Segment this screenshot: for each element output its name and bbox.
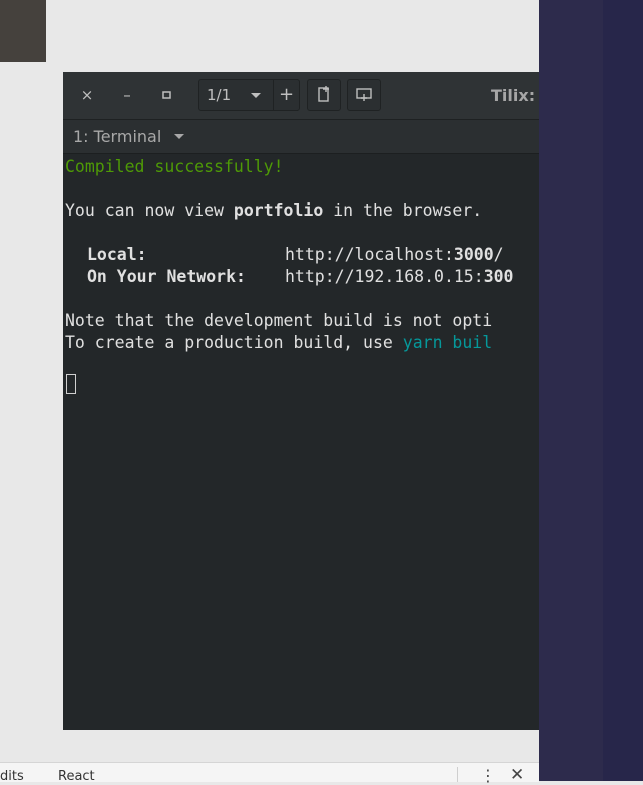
terminal-tab-bar[interactable]: 1: Terminal [63, 120, 539, 154]
chevron-down-icon[interactable] [174, 134, 184, 139]
divider [457, 767, 458, 782]
view-line: You can now view portfolio in the browse… [65, 200, 482, 222]
terminal-output[interactable]: Compiled successfully! You can now view … [65, 154, 539, 730]
app-name: portfolio [233, 201, 324, 220]
title-bar[interactable]: × – 1/1 + Tilix: [63, 72, 539, 120]
terminal-tab-label[interactable]: 1: Terminal [73, 127, 161, 146]
right-panel-stripe [603, 0, 643, 781]
window-title: Tilix: [491, 86, 536, 105]
network-url-prefix: http://192.168.0.15: [285, 267, 484, 286]
bottom-editor-bar[interactable]: dits React ⋮ ✕ [0, 762, 539, 785]
local-url: http://localhost:3000/ [285, 244, 504, 266]
local-url-prefix: http://localhost: [285, 245, 454, 264]
network-port: 300 [483, 267, 514, 286]
network-label: On Your Network: [87, 267, 246, 286]
add-session-button[interactable]: + [273, 79, 300, 111]
local-url-suffix: / [493, 245, 504, 264]
close-icon[interactable]: ✕ [510, 765, 524, 785]
background-thumbnail [0, 0, 46, 62]
more-options-icon[interactable]: ⋮ [480, 766, 496, 785]
bottom-tab-react[interactable]: React [58, 769, 95, 784]
right-desktop-panel [539, 0, 643, 781]
production-prefix: To create a production build, use [65, 333, 403, 352]
minimize-window-button[interactable]: – [115, 83, 139, 107]
network-url: http://192.168.0.15:300 [285, 266, 514, 288]
add-terminal-down-button[interactable] [347, 79, 381, 111]
note-line: Note that the development build is not o… [65, 311, 493, 330]
local-port: 3000 [453, 245, 494, 264]
maximize-icon [162, 91, 171, 99]
production-command: yarn buil [402, 333, 493, 352]
chevron-down-icon [251, 93, 261, 98]
close-window-button[interactable]: × [75, 83, 99, 107]
compiled-line: Compiled successfully! [65, 157, 284, 176]
tilix-terminal-window[interactable]: × – 1/1 + Tilix: 1: Terminal Compiled su… [63, 72, 539, 730]
split-down-icon [356, 88, 372, 101]
split-right-icon [318, 86, 329, 102]
maximize-window-button[interactable] [155, 83, 179, 107]
view-suffix: in the browser. [323, 201, 483, 220]
bottom-tab-edits[interactable]: dits [0, 769, 24, 784]
terminal-cursor [66, 374, 76, 394]
view-prefix: You can now view [65, 201, 234, 220]
production-line: To create a production build, use yarn b… [65, 332, 492, 354]
session-selector-label: 1/1 [207, 86, 232, 104]
add-terminal-right-button[interactable] [307, 79, 341, 111]
local-label: Local: [87, 245, 147, 264]
